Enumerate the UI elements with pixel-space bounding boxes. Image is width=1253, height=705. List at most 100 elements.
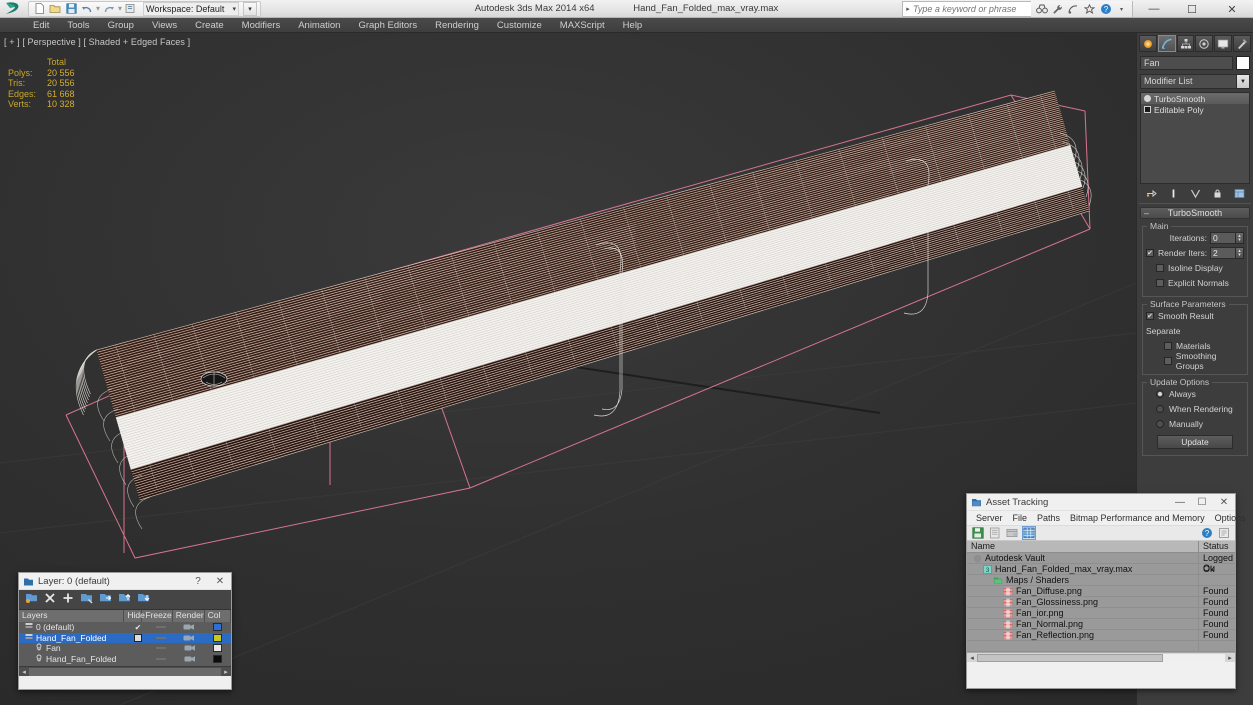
modifier-enable-icon[interactable] — [1144, 95, 1151, 102]
asset-row[interactable]: Fan_Reflection.png Found — [967, 630, 1235, 641]
update-always-row[interactable]: Always — [1146, 388, 1244, 400]
search-input[interactable] — [913, 2, 1031, 16]
search-dropdown-icon[interactable]: ▸ — [903, 5, 913, 13]
menu-item-maxscript[interactable]: MAXScript — [551, 18, 614, 33]
satellite-icon[interactable] — [1067, 3, 1080, 16]
object-color-swatch[interactable] — [1236, 56, 1250, 70]
layer-color-swatch[interactable] — [213, 654, 222, 663]
update-button[interactable]: Update — [1157, 435, 1233, 449]
workspace-selector[interactable]: Workspace: Default ▾ — [143, 1, 240, 16]
asset-row-name-cell[interactable]: Maps / Shaders — [967, 575, 1199, 585]
asset-row-name-cell[interactable]: Fan_Diffuse.png — [967, 586, 1199, 596]
layer-window-close-button[interactable]: ✕ — [209, 573, 231, 589]
layer-freeze-cell[interactable] — [146, 633, 175, 644]
cmd-tab-utilities[interactable] — [1233, 35, 1251, 52]
create-new-layer-icon[interactable] — [25, 591, 38, 609]
delete-layer-icon[interactable] — [44, 591, 56, 609]
asset-tracking-maximize-button[interactable]: ☐ — [1191, 494, 1213, 510]
paths-view-icon[interactable] — [1005, 526, 1019, 540]
cmd-tab-motion[interactable] — [1195, 35, 1214, 52]
menu-item-edit[interactable]: Edit — [24, 18, 58, 33]
asset-scroll-track[interactable] — [977, 653, 1225, 662]
layer-window[interactable]: Layer: 0 (default) ? ✕ Layers Hide Freez… — [18, 572, 232, 690]
asset-row-name-cell[interactable]: 3 Hand_Fan_Folded_max_vray.max — [967, 564, 1199, 574]
fan-pivot-rivet[interactable] — [200, 371, 228, 387]
help-icon[interactable]: ? — [1099, 3, 1112, 16]
layer-window-titlebar[interactable]: Layer: 0 (default) ? ✕ — [19, 573, 231, 590]
asset-row[interactable]: 3 Hand_Fan_Folded_max_vray.max Ok — [967, 564, 1235, 575]
layer-window-help-button[interactable]: ? — [187, 573, 209, 589]
render-iters-spinner-arrows[interactable]: ▴ ▾ — [1235, 248, 1243, 258]
modifier-list-dropdown[interactable]: Modifier List ▼ — [1140, 74, 1250, 89]
asset-menu-paths[interactable]: Paths — [1032, 513, 1065, 523]
asset-tracking-close-button[interactable]: ✕ — [1213, 494, 1235, 510]
layer-render-cell[interactable] — [175, 633, 204, 644]
asset-row[interactable]: Fan_Normal.png Found — [967, 619, 1235, 630]
cmd-tab-create[interactable] — [1139, 35, 1157, 52]
layer-row[interactable]: Hand_Fan_Folded — [19, 654, 231, 665]
layer-freeze-cell[interactable] — [146, 622, 175, 633]
asset-row-name-cell[interactable]: Fan_Glossiness.png — [967, 597, 1199, 607]
asset-horizontal-scrollbar[interactable]: ◂ ▸ — [967, 652, 1235, 662]
asset-row[interactable]: Autodesk Vault Logged Ou — [967, 553, 1235, 573]
asset-row[interactable]: Fan_Diffuse.png Found — [967, 586, 1235, 597]
update-when-rendering-row[interactable]: When Rendering — [1146, 403, 1244, 415]
select-layer-objects-icon[interactable] — [80, 591, 93, 609]
update-manually-radio[interactable] — [1156, 420, 1164, 428]
quick-access-toolbar[interactable]: ▾ ▾ Workspace: Default ▾ ▾ — [28, 0, 262, 17]
layer-hide-cell[interactable] — [130, 633, 146, 644]
separate-materials-checkbox[interactable] — [1164, 342, 1172, 350]
workspace-dropdown-button[interactable]: ▾ — [243, 1, 258, 16]
layer-color-cell[interactable] — [204, 643, 231, 654]
asset-column-name[interactable]: Name — [967, 541, 1199, 552]
configure-sets-icon[interactable] — [1233, 188, 1245, 200]
asset-row[interactable]: Fan_Glossiness.png Found — [967, 597, 1235, 608]
menu-item-modifiers[interactable]: Modifiers — [233, 18, 290, 33]
asset-menu-file[interactable]: File — [1008, 513, 1033, 523]
smooth-result-checkbox[interactable] — [1146, 312, 1154, 320]
select-file-icon[interactable] — [124, 2, 138, 16]
asset-options-icon[interactable] — [1217, 526, 1231, 540]
help-chevron-down-icon[interactable]: ▾ — [1115, 3, 1128, 16]
open-file-icon[interactable] — [48, 2, 62, 16]
asset-tracking-window[interactable]: Asset Tracking — ☐ ✕ Server File Paths Bitm… — [966, 493, 1246, 689]
search-box[interactable]: ▸ ? ▾ — [902, 1, 1133, 17]
layer-column-freeze[interactable]: Freeze — [142, 610, 173, 622]
modifier-list-chevron-down-icon[interactable]: ▼ — [1236, 75, 1249, 88]
asset-tracking-titlebar[interactable]: Asset Tracking — ☐ ✕ — [967, 494, 1235, 511]
iterations-spinner[interactable]: 0 ▴ ▾ — [1210, 232, 1244, 244]
menu-item-graph-editors[interactable]: Graph Editors — [349, 18, 426, 33]
iterations-spinner-arrows[interactable]: ▴ ▾ — [1235, 233, 1243, 243]
asset-table-rows[interactable]: Autodesk Vault Logged Ou 3 Hand_Fan_Folded_… — [967, 553, 1235, 641]
isoline-display-checkbox[interactable] — [1156, 264, 1164, 272]
menu-item-group[interactable]: Group — [99, 18, 143, 33]
layer-row-name-cell[interactable]: 0 (default) — [19, 622, 130, 632]
new-file-icon[interactable] — [32, 2, 46, 16]
menu-item-views[interactable]: Views — [143, 18, 186, 33]
cmd-tab-modify[interactable] — [1157, 35, 1176, 52]
menu-item-create[interactable]: Create — [186, 18, 233, 33]
update-when-rendering-radio[interactable] — [1156, 405, 1164, 413]
rollout-collapse-icon[interactable]: – — [1144, 208, 1149, 218]
binoculars-icon[interactable] — [1035, 3, 1048, 16]
render-iters-checkbox[interactable] — [1146, 249, 1154, 257]
save-assets-icon[interactable] — [971, 526, 985, 540]
list-view-icon[interactable] — [988, 526, 1002, 540]
modifier-stack-item-turbosmooth[interactable]: TurboSmooth — [1141, 93, 1249, 104]
wrench-icon[interactable] — [1051, 3, 1064, 16]
remove-modifier-icon[interactable] — [1211, 188, 1223, 200]
layer-render-cell[interactable] — [175, 622, 204, 633]
save-file-icon[interactable] — [64, 2, 78, 16]
menu-item-animation[interactable]: Animation — [289, 18, 349, 33]
layer-hide-cell[interactable] — [130, 643, 146, 654]
asset-tracking-minimize-button[interactable]: — — [1169, 494, 1191, 510]
layer-color-cell[interactable] — [204, 633, 231, 644]
favorites-star-icon[interactable] — [1083, 3, 1096, 16]
update-always-radio[interactable] — [1156, 390, 1164, 398]
asset-row[interactable]: Fan_ior.png Found — [967, 608, 1235, 619]
add-selection-to-layer-icon[interactable] — [118, 591, 131, 609]
layer-hide-cell[interactable] — [130, 654, 146, 665]
cmd-tab-hierarchy[interactable] — [1176, 35, 1195, 52]
layer-column-hide[interactable]: Hide — [124, 610, 145, 622]
layer-column-render[interactable]: Render — [173, 610, 205, 622]
